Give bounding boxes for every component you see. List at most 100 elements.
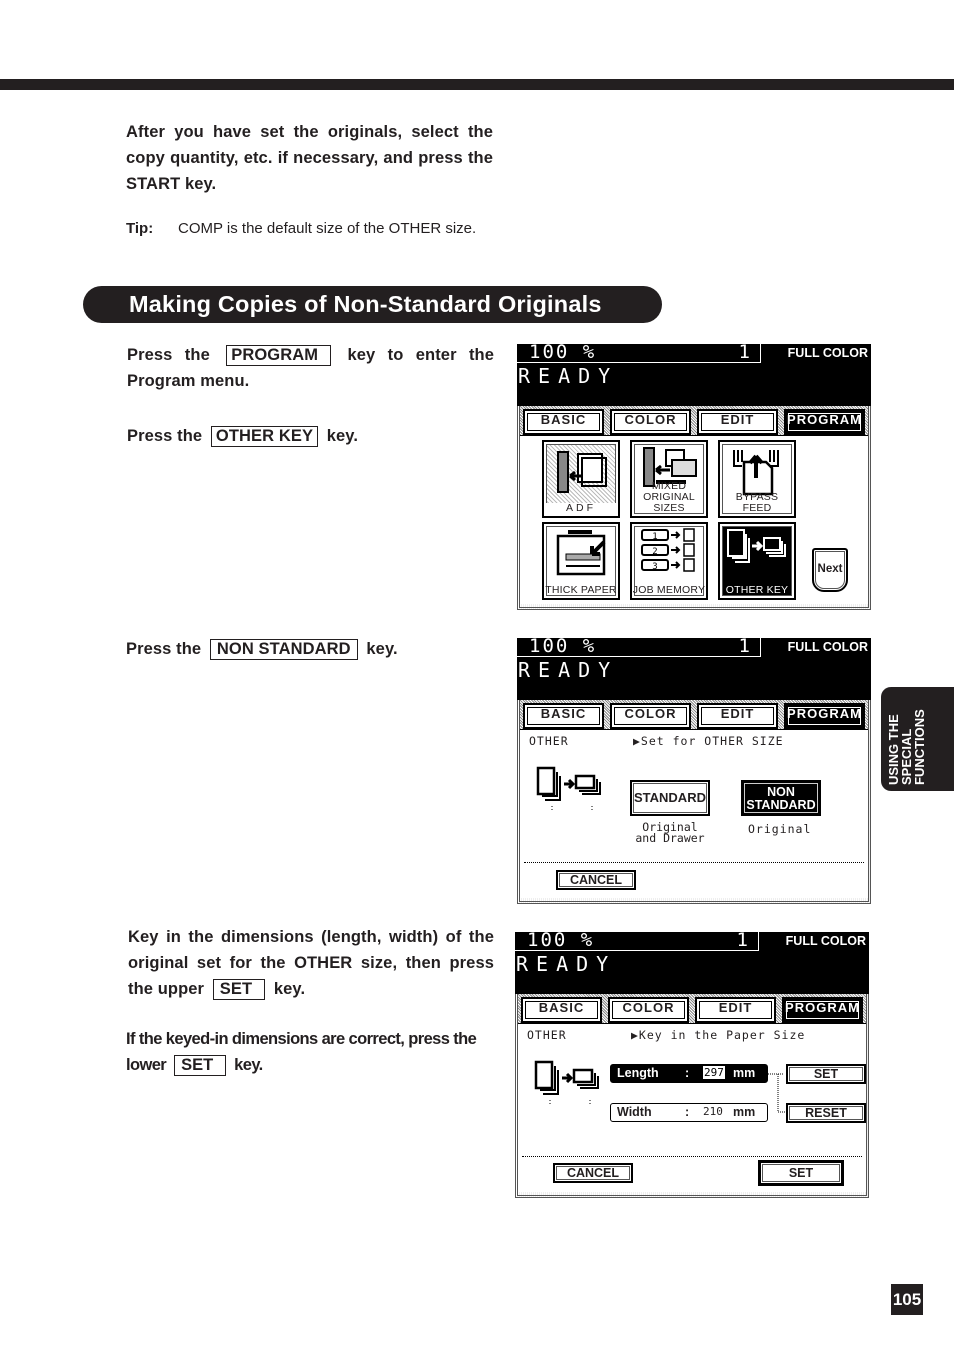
length-unit: mm bbox=[733, 1066, 756, 1080]
step-key-dimensions: Key in the dimensions (length, width) of… bbox=[128, 924, 494, 1002]
zoom-value: 100 % bbox=[529, 341, 597, 363]
zoom-readout: 100 % 1 bbox=[515, 930, 759, 951]
connector-line bbox=[768, 1073, 786, 1113]
tab-line: FUNCTIONS bbox=[912, 709, 927, 785]
step-text: key. bbox=[273, 980, 306, 998]
tab-bar: BASIC COLOR EDIT PROGRAM bbox=[520, 700, 868, 730]
colon: : bbox=[685, 1105, 690, 1119]
bypass-feed-button[interactable]: BYPASS FEED bbox=[718, 440, 796, 518]
standard-caption: Original and Drawer bbox=[630, 821, 710, 845]
step-text: Press the bbox=[127, 427, 203, 445]
length-field[interactable]: Length : 297 mm bbox=[610, 1064, 768, 1083]
button-line: NON bbox=[767, 785, 795, 799]
adf-label: ADF bbox=[544, 503, 618, 514]
mixed-sizes-label: MIXED ORIGINAL SIZES bbox=[632, 481, 706, 514]
tab-program[interactable]: PROGRAM bbox=[784, 409, 865, 435]
tip-label: Tip: bbox=[126, 220, 154, 237]
thick-paper-button[interactable]: THICK PAPER bbox=[542, 522, 620, 600]
step-other-key: Press the OTHER KEY key. bbox=[127, 423, 494, 449]
machine-status: READY bbox=[516, 952, 617, 976]
tab-bar: BASIC COLOR EDIT PROGRAM bbox=[520, 406, 868, 436]
lower-set-button[interactable]: SET bbox=[758, 1160, 844, 1186]
colon: : bbox=[685, 1066, 690, 1080]
screen-body: BASIC COLOR EDIT PROGRAM OTHER ▶Key in t… bbox=[515, 994, 869, 1198]
color-mode: FULL COLOR bbox=[785, 934, 866, 948]
copy-quantity: 1 bbox=[738, 635, 750, 657]
color-mode: FULL COLOR bbox=[787, 346, 868, 360]
program-panel: ADF MIXED ORIGINAL SIZES BYPASS FEED THIC… bbox=[520, 436, 868, 604]
adf-icon bbox=[557, 451, 607, 493]
header-rule bbox=[0, 79, 954, 90]
size-conversion-icon bbox=[534, 1060, 599, 1106]
chapter-side-tab: USING THE SPECIAL FUNCTIONS bbox=[881, 687, 954, 791]
caption-line: and Drawer bbox=[635, 831, 705, 845]
chapter-tab-label: USING THE SPECIAL FUNCTIONS bbox=[886, 709, 927, 785]
step-text: Press the bbox=[126, 640, 202, 658]
length-value: 297 bbox=[703, 1066, 725, 1079]
lcd-screen-program-menu: 100 % 1 FULL COLOR READY BASIC COLOR EDI… bbox=[517, 341, 871, 610]
thick-paper-icon bbox=[556, 530, 606, 576]
step-program: Press the PROGRAM key to enter the Progr… bbox=[127, 342, 494, 394]
status-area: 100 % 1 FULL COLOR READY bbox=[515, 930, 869, 994]
cancel-button[interactable]: CANCEL bbox=[556, 870, 636, 890]
machine-status: READY bbox=[518, 364, 619, 388]
width-label: Width bbox=[617, 1105, 652, 1119]
program-key-label: PROGRAM bbox=[226, 345, 332, 366]
zoom-value: 100 % bbox=[529, 635, 597, 657]
zoom-readout: 100 % 1 bbox=[517, 635, 761, 657]
section-title: Making Copies of Non-Standard Originals bbox=[83, 286, 662, 323]
step-text: Key in the dimensions (length, width) of… bbox=[128, 928, 494, 998]
thick-paper-label: THICK PAPER bbox=[545, 584, 617, 596]
tab-program[interactable]: PROGRAM bbox=[782, 997, 863, 1023]
job-memory-button[interactable]: 1 2 3 JOB MEMORY bbox=[630, 522, 708, 600]
width-field[interactable]: Width : 210 mm bbox=[610, 1103, 768, 1122]
tab-edit[interactable]: EDIT bbox=[697, 703, 778, 729]
cancel-button[interactable]: CANCEL bbox=[553, 1163, 633, 1183]
tab-color[interactable]: COLOR bbox=[608, 997, 689, 1023]
other-key-label: OTHER KEY bbox=[210, 426, 319, 447]
zoom-readout: 100 % 1 bbox=[517, 341, 761, 363]
divider bbox=[522, 1156, 862, 1157]
page-number: 105 bbox=[891, 1284, 923, 1315]
screen-body: BASIC COLOR EDIT PROGRAM ADF MIXED ORIGIN… bbox=[517, 406, 871, 610]
other-size-panel: OTHER ▶Set for OTHER SIZE STANDARD Origi… bbox=[520, 730, 868, 898]
non-standard-button[interactable]: NON STANDARD bbox=[741, 780, 821, 816]
tab-edit[interactable]: EDIT bbox=[697, 409, 778, 435]
other-key-button[interactable]: OTHER KEY bbox=[718, 522, 796, 600]
step-text: Press the bbox=[127, 346, 210, 364]
step-confirm: If the keyed-in dimensions are correct, … bbox=[126, 1026, 494, 1078]
upper-set-button[interactable]: SET bbox=[786, 1064, 866, 1084]
tab-color[interactable]: COLOR bbox=[610, 703, 691, 729]
memory-slot-2: 2 bbox=[652, 547, 657, 557]
step-text: key. bbox=[366, 640, 398, 658]
mode-label: OTHER bbox=[529, 734, 569, 748]
tab-program[interactable]: PROGRAM bbox=[784, 703, 865, 729]
tab-basic[interactable]: BASIC bbox=[523, 703, 604, 729]
job-memory-label: JOB MEMORY bbox=[632, 584, 706, 596]
reset-button[interactable]: RESET bbox=[786, 1103, 866, 1123]
copy-quantity: 1 bbox=[738, 341, 750, 363]
standard-button[interactable]: STANDARD bbox=[630, 780, 710, 816]
non-standard-key-label: NON STANDARD bbox=[209, 639, 358, 660]
memory-slot-1: 1 bbox=[652, 532, 657, 542]
next-button[interactable]: Next bbox=[812, 548, 848, 592]
length-label: Length bbox=[617, 1066, 659, 1080]
mode-label: OTHER bbox=[527, 1028, 567, 1042]
paper-size-panel: OTHER ▶Key in the Paper Size Length : 29… bbox=[518, 1024, 866, 1192]
memory-slot-3: 3 bbox=[652, 562, 657, 572]
tab-basic[interactable]: BASIC bbox=[521, 997, 602, 1023]
job-memory-icon: 1 2 3 bbox=[641, 528, 695, 572]
mixed-original-sizes-button[interactable]: MIXED ORIGINAL SIZES bbox=[630, 440, 708, 518]
upper-set-key-label: SET bbox=[212, 979, 266, 1000]
tab-edit[interactable]: EDIT bbox=[695, 997, 776, 1023]
other-key-icon bbox=[727, 529, 786, 563]
button-line: STANDARD bbox=[746, 798, 816, 812]
adf-button[interactable]: ADF bbox=[542, 440, 620, 518]
tab-basic[interactable]: BASIC bbox=[523, 409, 604, 435]
tab-color[interactable]: COLOR bbox=[610, 409, 691, 435]
lcd-screen-other-size: 100 % 1 FULL COLOR READY BASIC COLOR EDI… bbox=[517, 635, 871, 904]
other-key-label: OTHER KEY bbox=[725, 584, 789, 596]
size-conversion-icon bbox=[536, 766, 601, 812]
width-value: 210 bbox=[703, 1105, 723, 1118]
intro-paragraph: After you have set the originals, select… bbox=[126, 123, 493, 193]
